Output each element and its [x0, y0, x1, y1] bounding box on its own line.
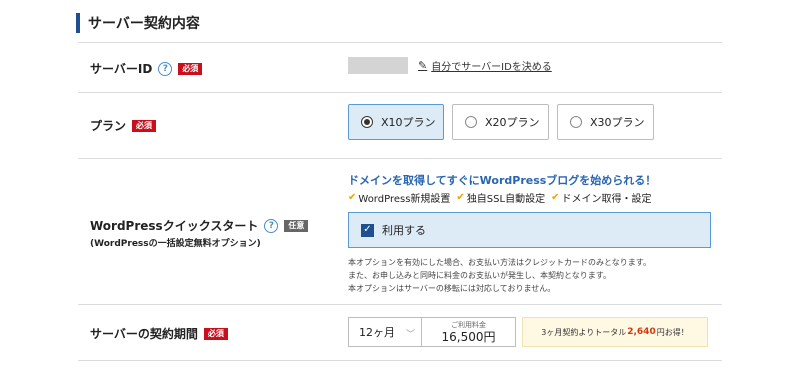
quickstart-features: ✔ WordPress新規設置 ✔ 独自SSL自動設定 ✔ ドメイン取得・設定	[348, 190, 657, 205]
server-id-value	[348, 57, 408, 74]
savings-notice: 3ヶ月契約よりトータル 2,640 円お得！	[522, 317, 708, 347]
plan-option-x20[interactable]: X20プラン	[452, 104, 549, 140]
divider	[78, 42, 722, 43]
plan-option-label: X10プラン	[381, 116, 436, 129]
optional-badge: 任意	[284, 219, 309, 232]
contract-period-value: 12ヶ月	[359, 326, 395, 339]
quickstart-use-checkbox[interactable]: ✓ 利用する	[348, 212, 711, 248]
section-header: サーバー契約内容	[76, 13, 200, 33]
quickstart-label-group: WordPressクイックスタート ? 任意	[90, 217, 309, 234]
section-accent-bar	[76, 13, 80, 33]
divider	[78, 92, 722, 93]
checkbox-checked-icon: ✓	[361, 223, 374, 237]
feature-item: WordPress新規設置	[358, 194, 451, 205]
fee-value: 16,500円	[441, 330, 496, 344]
required-badge: 必須	[203, 327, 228, 340]
note-line: 本オプションを有効にした場合、お支払い方法はクレジットカードのみとなります。	[348, 258, 651, 267]
server-id-label-group: サーバーID ? 必須	[90, 60, 203, 77]
plan-option-x10[interactable]: X10プラン	[348, 104, 444, 140]
custom-server-id-link-text: 自分でサーバーIDを決める	[431, 62, 552, 73]
feature-item: ドメイン取得・設定	[561, 194, 652, 205]
fee-display: ご利用料金 16,500円	[422, 317, 516, 347]
radio-selected-icon	[361, 116, 373, 128]
divider	[78, 360, 722, 361]
divider	[78, 158, 722, 159]
radio-unselected-icon	[570, 116, 582, 128]
quickstart-label: WordPressクイックスタート	[90, 219, 259, 233]
required-badge: 必須	[132, 119, 157, 132]
plan-option-label: X30プラン	[590, 116, 645, 129]
help-icon[interactable]: ?	[264, 218, 279, 233]
check-icon: ✔	[348, 192, 357, 203]
period-label-group: サーバーの契約期間 必須	[90, 325, 228, 342]
chevron-down-icon: ﹀	[405, 330, 415, 340]
contract-period-select[interactable]: 12ヶ月 ﹀	[348, 317, 422, 347]
savings-prefix: 3ヶ月契約よりトータル	[541, 327, 627, 337]
check-icon: ✔	[551, 192, 560, 203]
pencil-icon: ✎	[418, 59, 428, 72]
quickstart-use-label: 利用する	[382, 224, 426, 237]
quickstart-notes: 本オプションを有効にした場合、お支払い方法はクレジットカードのみとなります。 ま…	[348, 256, 651, 295]
plan-label-group: プラン 必須	[90, 117, 157, 134]
savings-amount: 2,640	[627, 327, 656, 337]
help-icon[interactable]: ?	[158, 61, 173, 76]
quickstart-promo: ドメインを取得してすぐにWordPressブログを始められる！	[348, 174, 657, 187]
plan-option-x30[interactable]: X30プラン	[557, 104, 654, 140]
period-label: サーバーの契約期間	[90, 327, 198, 341]
savings-suffix: 円お得！	[656, 327, 689, 337]
section-title: サーバー契約内容	[88, 16, 200, 32]
plan-label: プラン	[90, 119, 127, 133]
radio-unselected-icon	[465, 116, 477, 128]
note-line: また、お申し込みと同時に料金のお支払いが発生し、本契約となります。	[348, 271, 611, 280]
fee-label: ご利用料金	[451, 321, 486, 329]
custom-server-id-link[interactable]: ✎ 自分でサーバーIDを決める	[418, 58, 552, 73]
divider	[78, 304, 722, 305]
required-badge: 必須	[178, 62, 203, 75]
check-icon: ✔	[456, 192, 465, 203]
plan-option-label: X20プラン	[485, 116, 540, 129]
quickstart-sublabel: (WordPressの一括設定無料オプション)	[90, 239, 261, 249]
note-line: 本オプションはサーバーの移転には対応しておりません。	[348, 284, 556, 293]
feature-item: 独自SSL自動設定	[466, 194, 546, 205]
server-id-label: サーバーID	[90, 62, 153, 76]
